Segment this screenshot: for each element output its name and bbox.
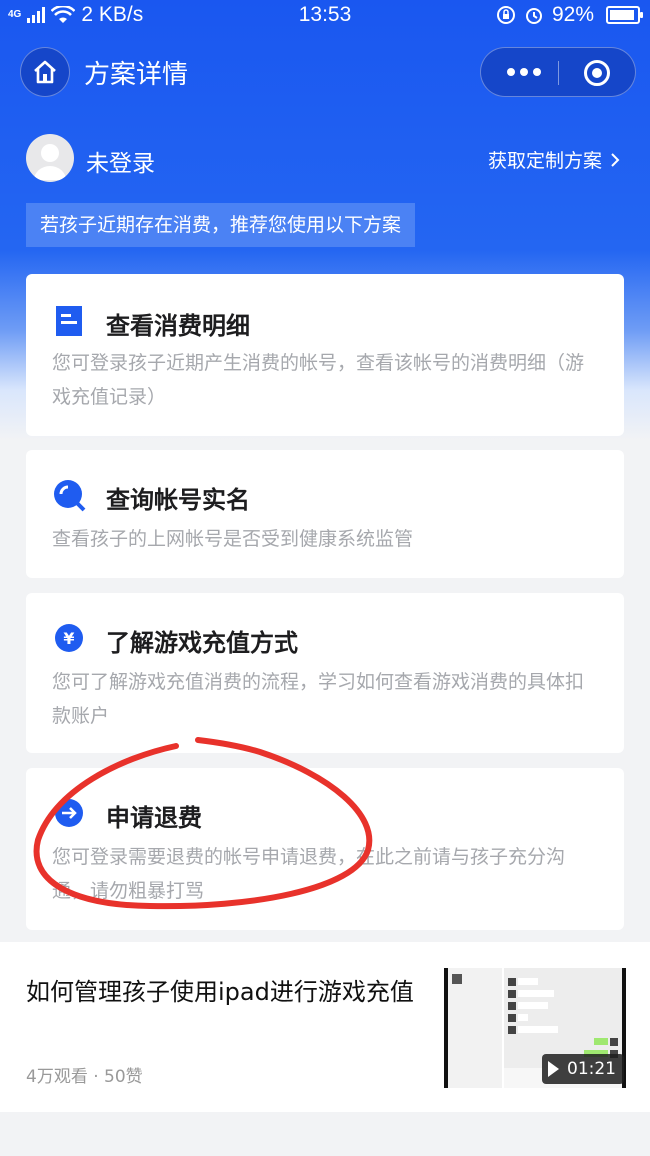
get-custom-plan-label: 获取定制方案 [487,150,602,172]
svg-text:¥: ¥ [63,629,74,648]
card-description: 您可登录需要退费的帐号申请退费，在此之前请与孩子充分沟通，请勿粗暴打骂 [52,846,566,902]
alarm-icon [525,8,542,24]
card-description: 您可登录孩子近期产生消费的帐号，查看该帐号的消费明细（游戏充值记录） [52,352,585,408]
card-title: 查看消费明细 [106,312,250,340]
video-title: 如何管理孩子使用ipad进行游戏充值 [26,978,414,1006]
video-meta: 4万观看 · 50赞 [26,1067,143,1087]
battery-percent: 92% [551,3,594,26]
more-button[interactable] [499,60,549,84]
close-mini-program-button[interactable] [584,60,610,86]
default-avatar-icon [34,144,66,180]
card-consumption-details[interactable]: 查看消费明细 您可登录孩子近期产生消费的帐号，查看该帐号的消费明细（游戏充值记录… [26,274,624,436]
video-duration-text: 01:21 [567,1059,616,1079]
yuan-icon: ¥ [55,624,83,652]
home-button[interactable] [20,47,70,97]
battery-icon [606,6,643,24]
user-row: 未登录 获取定制方案 [0,134,650,186]
status-bar: 4G 2 KB/s 13:53 92% [0,0,650,32]
play-icon [548,1061,559,1077]
card-title: 查询帐号实名 [106,486,250,514]
card-account-realname[interactable]: 查询帐号实名 查看孩子的上网帐号是否受到健康系统监管 [26,450,624,578]
card-title: 了解游戏充值方式 [106,629,298,657]
card-description: 查看孩子的上网帐号是否受到健康系统监管 [52,528,414,550]
card-recharge-methods[interactable]: ¥ 了解游戏充值方式 您可了解游戏充值消费的流程，学习如何查看游戏消费的具体扣款… [26,593,624,753]
arrow-right-icon [55,799,83,827]
recommendation-banner: 若孩子近期存在消费，推荐您使用以下方案 [26,203,416,247]
avatar[interactable] [26,134,74,182]
mini-program-capsule [480,47,636,97]
username: 未登录 [86,151,155,177]
card-title: 申请退费 [106,804,202,832]
video-list-item[interactable]: 如何管理孩子使用ipad进行游戏充值 4万观看 · 50赞 01:21 [0,942,650,1112]
document-icon [56,306,82,336]
card-description: 您可了解游戏充值消费的流程，学习如何查看游戏消费的具体扣款账户 [52,671,585,727]
chevron-right-icon [611,152,620,167]
video-duration: 01:21 [542,1054,624,1084]
nav-bar: 方案详情 [0,40,650,104]
video-thumbnail[interactable]: 01:21 [444,968,626,1088]
search-icon [54,480,86,512]
home-icon [34,60,56,84]
get-custom-plan-link[interactable]: 获取定制方案 [488,146,620,173]
page-title: 方案详情 [84,60,189,90]
card-apply-refund[interactable]: 申请退费 您可登录需要退费的帐号申请退费，在此之前请与孩子充分沟通，请勿粗暴打骂 [26,768,624,930]
rotation-lock-icon [496,6,515,24]
